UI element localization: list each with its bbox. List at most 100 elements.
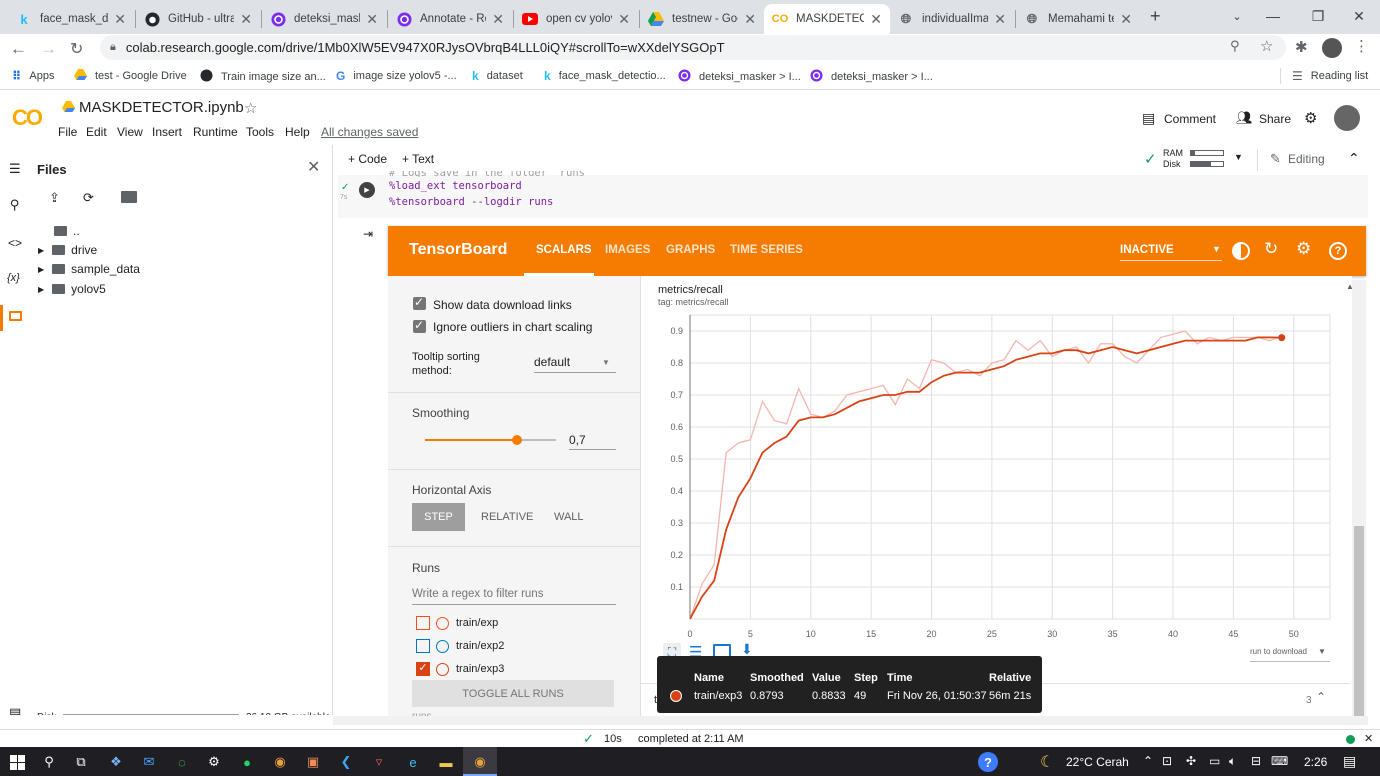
clock[interactable]: 2:26 [1304, 755, 1327, 769]
haxis-relative-button[interactable]: RELATIVE [481, 511, 533, 523]
bookmark-item[interactable]: k face_mask_detectio... [544, 69, 666, 83]
close-icon[interactable]: ✕ [744, 11, 756, 28]
recall-line-chart[interactable]: 0.1 0.2 0.3 0.4 0.5 0.6 0.7 0.8 0.9 0 5 10 15 20 25 30 3… [640, 305, 1352, 645]
app-icon[interactable]: ▿ [370, 753, 388, 771]
smoothing-slider[interactable] [425, 435, 556, 445]
notifications-icon[interactable]: ▤ [1343, 753, 1356, 770]
browser-tab[interactable]: Annotate - Ro ✕ [388, 4, 512, 34]
tab-images[interactable]: IMAGES [605, 244, 650, 256]
volume-icon[interactable]: 🔈︎ [1229, 754, 1236, 769]
bookmark-star-icon[interactable]: ☆ [1260, 37, 1273, 55]
menu-tools[interactable]: Tools [246, 125, 274, 139]
bookmark-item[interactable]: test - Google Drive [74, 69, 187, 83]
settings-gear-icon[interactable]: ⚙ [1304, 109, 1317, 127]
tab-graphs[interactable]: GRAPHS [666, 244, 715, 256]
bookmark-item[interactable]: Train image size an... [200, 69, 326, 85]
bookmark-item[interactable]: Gimage size yolov5 -... [336, 69, 457, 83]
menu-file[interactable]: File [58, 125, 77, 139]
zoom-icon[interactable]: ⚲ [1230, 38, 1240, 54]
refresh-folder-icon[interactable]: ⟳ [83, 190, 94, 206]
dropbox-icon[interactable]: ❖ [107, 753, 125, 771]
collapse-chevron-icon[interactable]: ⌃ [1348, 150, 1360, 167]
browser-tab[interactable]: testnew - Goo ✕ [640, 4, 764, 34]
app-icon[interactable]: ◌ [173, 753, 191, 771]
run-to-download-select[interactable]: run to download [1250, 647, 1307, 656]
close-icon[interactable]: ✕ [492, 11, 504, 28]
menu-help[interactable]: Help [285, 125, 310, 139]
tree-item-yolov5[interactable]: ▶ yolov5 [38, 282, 106, 296]
help-icon[interactable]: ? [978, 752, 998, 772]
close-icon[interactable]: ✕ [366, 11, 378, 28]
browser-tab[interactable]: deteksi_maske ✕ [262, 4, 386, 34]
parent-folder[interactable]: .. [54, 224, 80, 238]
help-icon[interactable]: ? [1329, 242, 1347, 260]
tooltip-sorting-select[interactable]: default [534, 355, 570, 369]
toc-icon[interactable]: ☰ [9, 161, 21, 177]
bookmark-item[interactable]: deteksi_masker > I... [678, 69, 801, 85]
browser-tab-active[interactable]: CO MASKDETECTO ✕ [764, 4, 890, 34]
run-checkbox-exp2[interactable] [416, 639, 430, 653]
output-icon[interactable]: ⇥ [363, 227, 373, 241]
omnibox[interactable]: 🔒︎ colab.research.google.com/drive/1Mb0X… [100, 35, 1286, 60]
add-code-button[interactable]: + Code [348, 152, 387, 166]
search-icon[interactable]: ⚲ [10, 197, 20, 213]
app-icon[interactable]: ▣ [304, 753, 322, 771]
battery-icon[interactable]: ▭ [1209, 754, 1220, 768]
upload-icon[interactable]: ⇪ [49, 190, 60, 206]
vscode-icon[interactable]: ❮ [337, 753, 355, 771]
refresh-icon[interactable]: ↻ [1264, 239, 1278, 259]
tray-icon[interactable]: ⊟ [1251, 754, 1261, 768]
run-color-icon[interactable] [436, 663, 449, 676]
tree-item-drive[interactable]: ▶ drive [38, 243, 97, 257]
extensions-icon[interactable]: ✱ [1295, 38, 1308, 56]
variables-icon[interactable]: {x} [7, 272, 20, 284]
show-download-checkbox[interactable] [413, 295, 426, 310]
tray-chevron-icon[interactable]: ⌃ [1143, 754, 1153, 768]
tab-scalars[interactable]: SCALARS [536, 244, 592, 256]
close-icon[interactable]: ✕ [307, 157, 320, 177]
comment-button[interactable]: Comment [1164, 112, 1216, 126]
toggle-all-runs-button[interactable]: TOGGLE ALL RUNS [412, 680, 614, 707]
search-icon[interactable]: ⚲ [40, 753, 58, 771]
browser-tab[interactable]: 🌐︎ Memahami te ✕ [1016, 4, 1140, 34]
new-tab-icon[interactable]: + [1150, 6, 1161, 27]
weather-text[interactable]: 22°C Cerah [1066, 755, 1129, 769]
minimize-icon[interactable]: — [1250, 2, 1296, 30]
profile-avatar[interactable] [1322, 38, 1342, 58]
menu-insert[interactable]: Insert [152, 125, 182, 139]
resources-dropdown-icon[interactable]: ▼ [1234, 152, 1243, 162]
run-cell-button[interactable]: ▶ [359, 182, 375, 198]
menu-edit[interactable]: Edit [86, 125, 107, 139]
close-icon[interactable]: ✕ [994, 11, 1006, 28]
close-icon[interactable]: ✕ [240, 11, 252, 28]
keyboard-icon[interactable]: ⌨ [1271, 754, 1288, 768]
expand-icon[interactable]: ▶ [38, 285, 44, 294]
file-explorer-icon[interactable]: ▬ [437, 753, 455, 771]
back-icon[interactable]: ← [10, 39, 27, 59]
scrollbar[interactable] [1352, 280, 1366, 716]
menu-runtime[interactable]: Runtime [193, 125, 238, 139]
haxis-step-button[interactable]: STEP [412, 503, 465, 531]
close-icon[interactable]: ✕ [1364, 732, 1373, 745]
browser-menu-icon[interactable]: ⋮ [1354, 37, 1369, 55]
expand-icon[interactable]: ▶ [38, 246, 44, 255]
tab-time-series[interactable]: TIME SERIES [730, 244, 803, 256]
settings-gear-icon[interactable]: ⚙ [205, 753, 223, 771]
status-select[interactable]: INACTIVE [1120, 244, 1174, 256]
bookmark-item[interactable]: ⠿ Apps [12, 69, 54, 83]
save-status[interactable]: All changes saved [321, 125, 418, 139]
browser-tab[interactable]: open cv yolov ✕ [514, 4, 638, 34]
haxis-wall-button[interactable]: WALL [554, 511, 584, 523]
run-checkbox-exp3[interactable]: ✓ [416, 662, 430, 676]
close-icon[interactable]: ✕ [618, 11, 630, 28]
runs-filter-input[interactable]: Write a regex to filter runs [412, 588, 543, 600]
run-color-icon[interactable] [436, 617, 449, 630]
bookmark-item[interactable]: deteksi_masker > I... [810, 69, 933, 85]
reload-icon[interactable]: ↻ [70, 39, 83, 59]
tray-icon[interactable]: ⊡ [1162, 754, 1172, 768]
chrome-icon[interactable]: ◉ [471, 753, 489, 771]
close-icon[interactable]: ✕ [1120, 11, 1132, 28]
horizontal-scrollbar[interactable] [333, 716, 1368, 725]
settings-gear-icon[interactable]: ⚙ [1296, 239, 1311, 259]
close-icon[interactable]: ✕ [870, 11, 882, 28]
